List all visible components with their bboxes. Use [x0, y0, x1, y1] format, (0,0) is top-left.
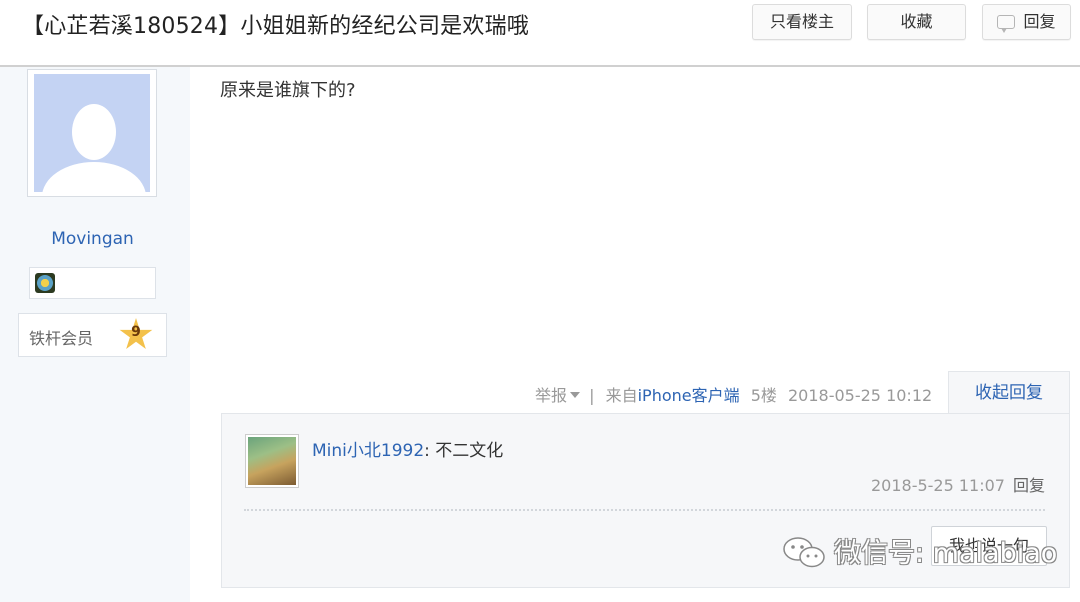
reply-username[interactable]: Mini小北1992 [312, 441, 424, 461]
comment-icon [997, 15, 1016, 33]
watermark-text: 微信号: malabiao [834, 538, 1058, 569]
reply-button[interactable]: 回复 [982, 4, 1071, 40]
reply-divider [244, 509, 1045, 511]
post-meta: 举报 | 来自iPhone客户端 5楼 2018-05-25 10:12 [535, 382, 932, 406]
thread-title: 【心芷若溪180524】小姐姐新的经纪公司是欢瑞哦 [22, 14, 529, 39]
post-content: 原来是谁旗下的? [220, 80, 356, 101]
badge-icon[interactable] [35, 273, 55, 293]
reply-datetime: 2018-5-25 11:07 [870, 476, 1005, 495]
author-badge-box [29, 267, 156, 299]
reply-button-label: 回复 [1023, 12, 1056, 31]
reply-content: 不二文化 [435, 441, 504, 461]
author-username[interactable]: Movingan [0, 229, 185, 249]
floor-number: 5楼 [750, 386, 777, 405]
source-prefix: 来自 [605, 386, 638, 405]
member-title: 铁杆会员 [29, 329, 94, 348]
reply-avatar-image [248, 437, 296, 485]
report-link[interactable]: 举报 [535, 386, 581, 405]
level-number: 9 [131, 324, 141, 340]
wechat-icon [783, 537, 825, 568]
caret-down-icon [570, 392, 581, 398]
reply-to-reply-link[interactable]: 回复 [1013, 476, 1045, 495]
collapse-replies-button[interactable]: 收起回复 [948, 371, 1070, 415]
post-datetime: 2018-05-25 10:12 [788, 386, 933, 405]
thread-header: 【心芷若溪180524】小姐姐新的经纪公司是欢瑞哦 只看楼主 收藏 回复 [0, 0, 1080, 67]
author-avatar[interactable] [27, 69, 157, 197]
reply-avatar[interactable] [245, 434, 299, 488]
favorite-button[interactable]: 收藏 [867, 4, 966, 40]
meta-separator: | [589, 386, 595, 405]
only-op-button[interactable]: 只看楼主 [752, 4, 852, 40]
reply-colon: : [424, 441, 430, 461]
author-sidebar: Movingan 铁杆会员 9 [0, 67, 190, 602]
reply-meta: 2018-5-25 11:07 回复 [871, 472, 1045, 496]
member-level[interactable]: 铁杆会员 9 [18, 313, 167, 357]
reply-line: Mini小北1992: 不二文化 [312, 436, 503, 461]
source-client-link[interactable]: iPhone客户端 [638, 386, 740, 405]
default-avatar-icon [34, 74, 150, 192]
